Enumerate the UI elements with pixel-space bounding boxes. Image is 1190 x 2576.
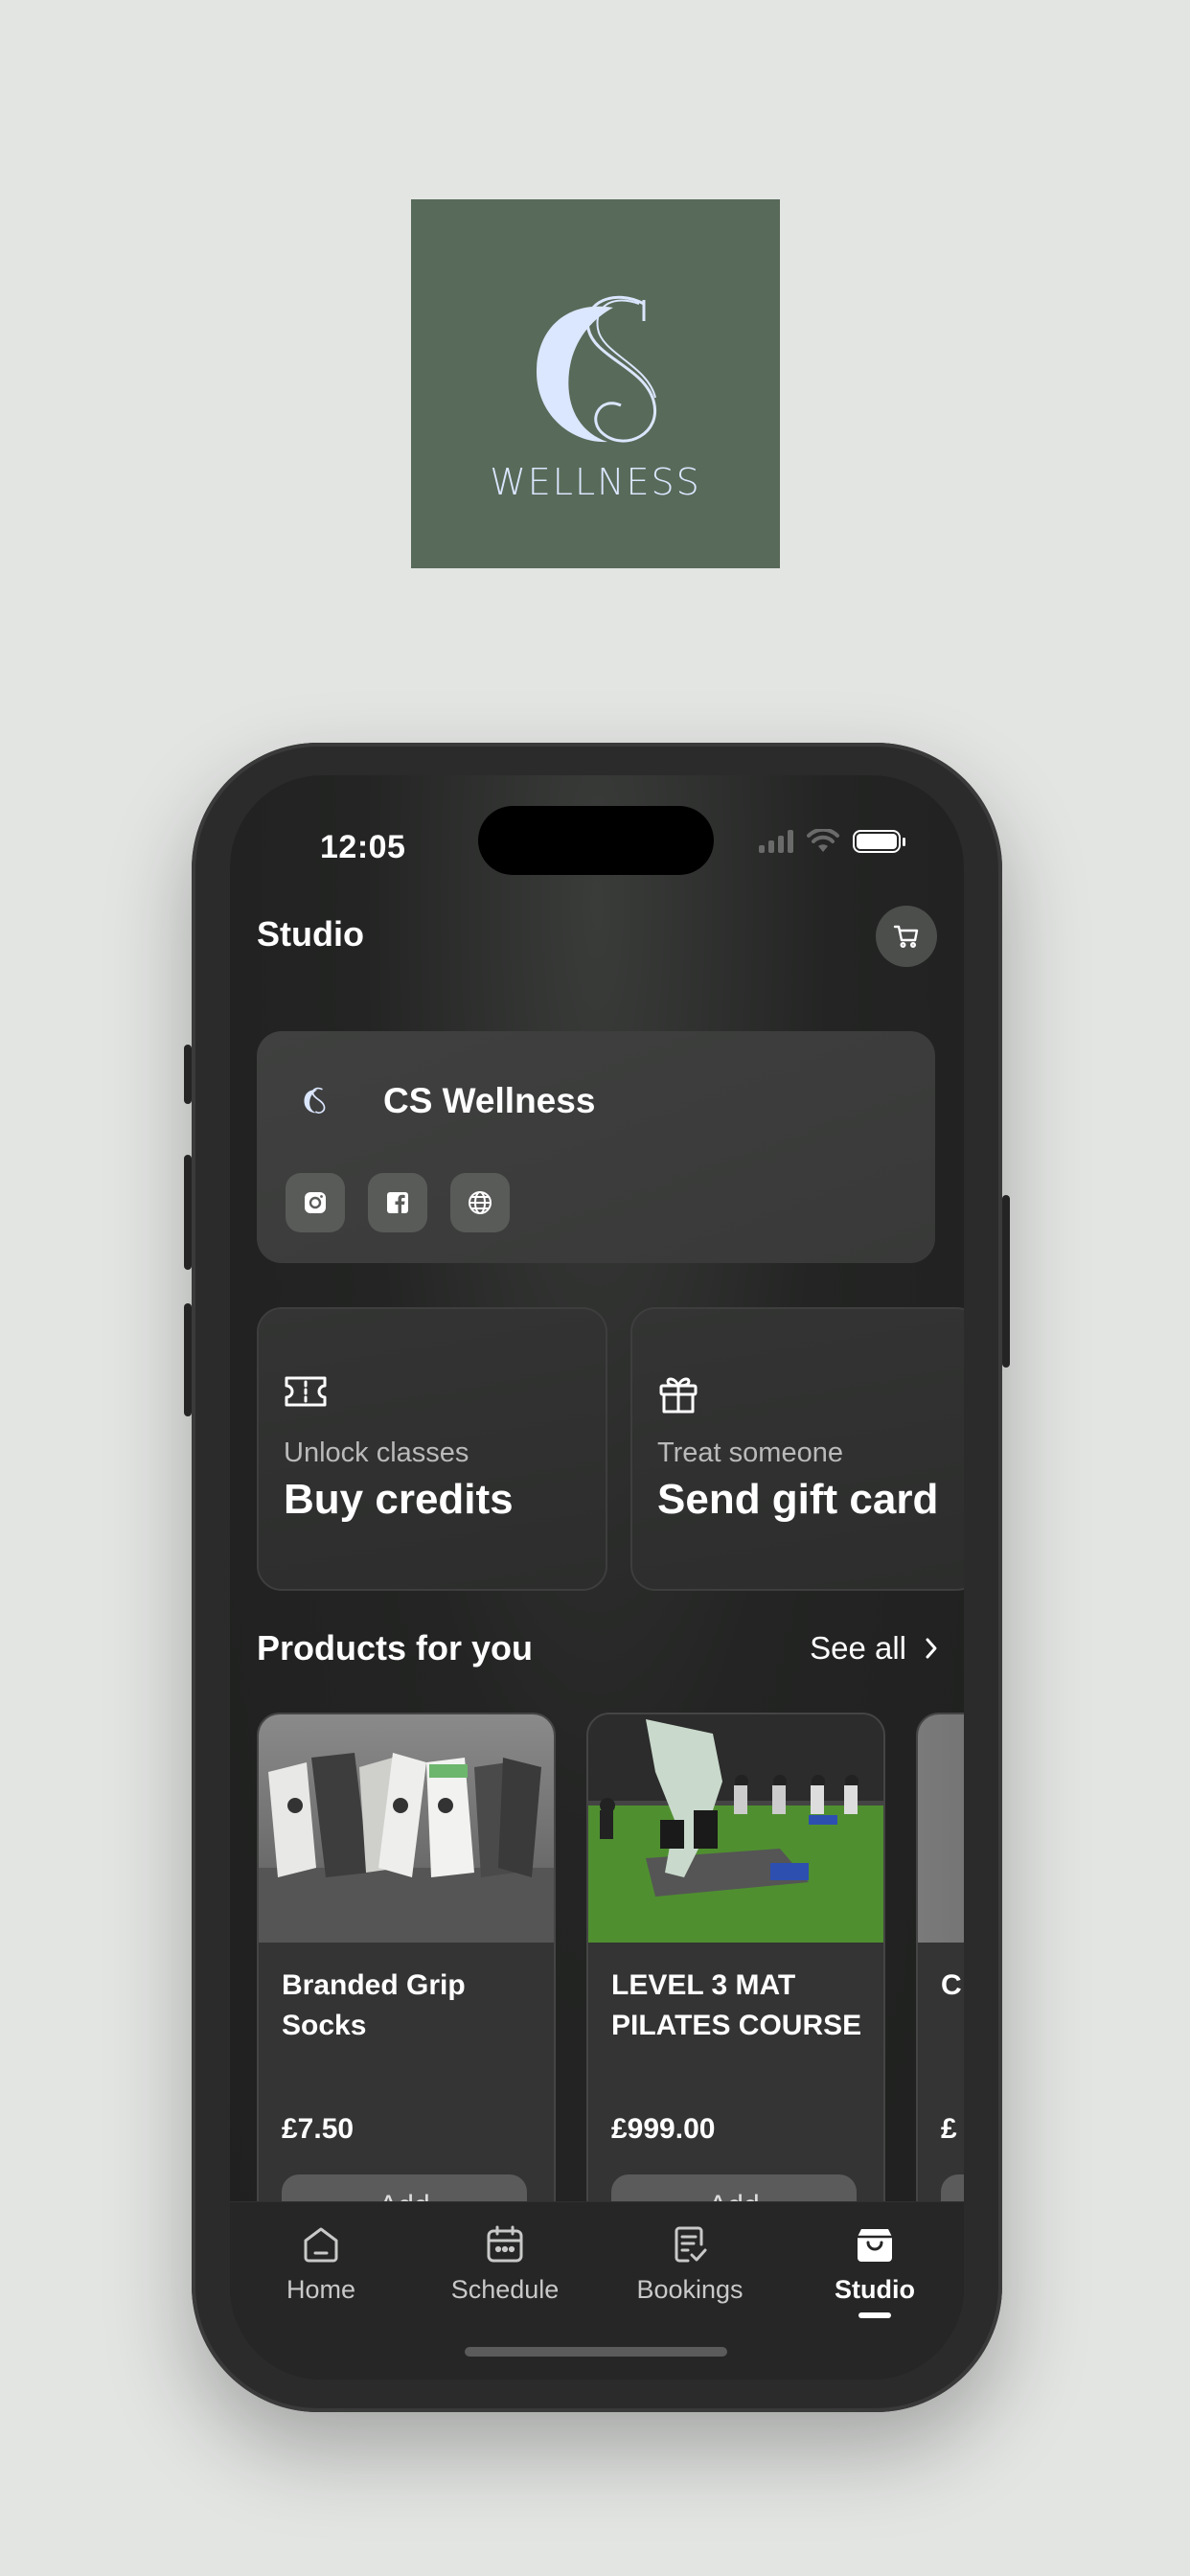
- product-image-pilates: [588, 1714, 883, 1943]
- facebook-button[interactable]: [368, 1173, 427, 1232]
- send-gift-card-card[interactable]: Treat someone Send gift card: [630, 1307, 964, 1591]
- wifi-icon: [807, 829, 839, 852]
- cart-icon: [893, 925, 919, 949]
- status-time: 12:05: [320, 829, 406, 865]
- brand-logo: WELLNESS: [411, 199, 780, 568]
- chevron-right-icon: [926, 1638, 937, 1659]
- instagram-icon: [305, 1192, 326, 1213]
- signal-icon: [759, 830, 793, 853]
- calendar-icon: [487, 2225, 523, 2263]
- tab-schedule[interactable]: Schedule: [438, 2223, 572, 2305]
- tab-studio[interactable]: Studio: [808, 2223, 942, 2318]
- home-indicator[interactable]: [465, 2347, 727, 2357]
- action-title: Buy credits: [284, 1476, 514, 1523]
- action-title: Send gift card: [657, 1476, 939, 1523]
- product-name: Branded Grip Socks: [282, 1969, 466, 2041]
- product-price: £999.00: [611, 2113, 716, 2145]
- dynamic-island: [478, 806, 714, 875]
- tab-bookings[interactable]: Bookings: [623, 2223, 757, 2305]
- ticket-icon: [285, 1376, 327, 1407]
- cs-monogram-icon: [304, 1087, 326, 1114]
- active-tab-indicator: [858, 2312, 891, 2318]
- product-card[interactable]: C £: [916, 1713, 964, 2249]
- see-all-link[interactable]: See all: [810, 1630, 939, 1667]
- product-card[interactable]: LEVEL 3 MAT PILATES COURSE £999.00 Add: [586, 1713, 885, 2249]
- product-price: £: [941, 2113, 957, 2145]
- tab-label: Home: [286, 2275, 356, 2304]
- tab-label: Bookings: [636, 2275, 744, 2304]
- section-title: Products for you: [257, 1628, 534, 1668]
- product-card[interactable]: Branded Grip Socks £7.50 Add: [257, 1713, 556, 2249]
- tab-label: Studio: [835, 2275, 915, 2304]
- cs-monogram-icon: [536, 295, 656, 443]
- bag-icon: [858, 2229, 892, 2262]
- tab-home[interactable]: Home: [254, 2223, 388, 2305]
- cart-button[interactable]: [876, 906, 937, 967]
- battery-icon: [853, 830, 905, 853]
- tab-label: Schedule: [450, 2275, 560, 2304]
- home-icon: [304, 2227, 338, 2263]
- instagram-button[interactable]: [286, 1173, 345, 1232]
- product-price: £7.50: [282, 2113, 355, 2145]
- studio-name: CS Wellness: [383, 1081, 596, 1120]
- page-title: Studio: [257, 914, 364, 954]
- gift-icon: [659, 1377, 698, 1414]
- studio-card[interactable]: CS Wellness: [257, 1031, 935, 1263]
- product-image: [918, 1714, 964, 1943]
- buy-credits-card[interactable]: Unlock classes Buy credits: [257, 1307, 607, 1591]
- bookings-icon: [675, 2226, 707, 2263]
- website-button[interactable]: [450, 1173, 510, 1232]
- status-icons: [759, 829, 905, 854]
- action-subtitle: Treat someone: [657, 1438, 843, 1468]
- globe-icon: [469, 1191, 492, 1214]
- product-name: LEVEL 3 MAT PILATES COURSE: [611, 1969, 862, 2041]
- action-subtitle: Unlock classes: [284, 1438, 469, 1468]
- social-links: [286, 1173, 510, 1232]
- phone-frame: 12:05 Studio CS Wellness Unlock classes …: [184, 743, 1010, 2412]
- product-name: C: [941, 1969, 962, 2001]
- app-screen: 12:05 Studio CS Wellness Unlock classes …: [230, 775, 964, 2380]
- product-image-socks: [259, 1714, 554, 1943]
- see-all-label: See all: [810, 1630, 906, 1666]
- studio-avatar: [284, 1070, 345, 1131]
- facebook-icon: [387, 1192, 408, 1213]
- logo-wordmark: WELLNESS: [490, 460, 701, 503]
